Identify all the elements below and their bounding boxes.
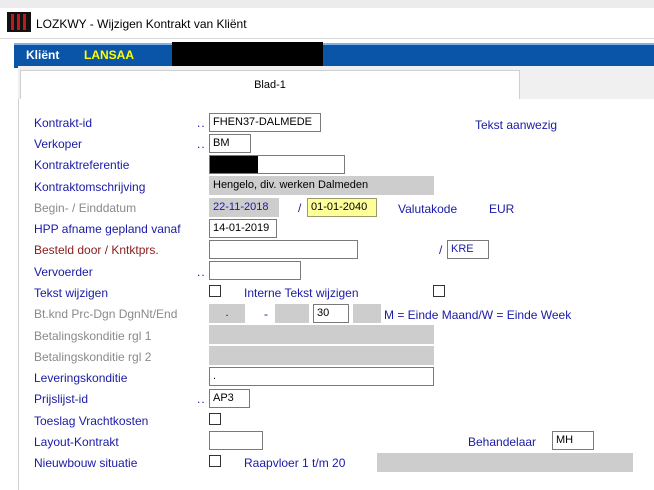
kntktprs-field[interactable]: KRE <box>447 240 489 259</box>
behandelaar-label: Behandelaar <box>468 435 537 449</box>
begin-einddatum-label: Begin- / Einddatum <box>34 201 137 215</box>
redacted-client-name <box>172 42 323 66</box>
bt-knd-field[interactable]: . <box>209 304 245 323</box>
kontrakt-id-label: Kontrakt-id <box>34 116 93 130</box>
kontrakt-id-field[interactable]: FHEN37-DALMEDE <box>209 113 321 132</box>
kontraktomschrijving-field[interactable]: Hengelo, div. werken Dalmeden <box>209 176 434 195</box>
betalingskonditie-2-field[interactable] <box>209 346 434 365</box>
prc-dgn-field[interactable] <box>275 304 309 323</box>
prijslijst-id-label: Prijslijst-id <box>34 392 88 406</box>
kontrakt-id-prompt: .. <box>197 116 206 130</box>
begindatum-field[interactable]: 22-11-2018 <box>209 198 279 217</box>
kontraktreferentie-label: Kontraktreferentie <box>34 158 130 172</box>
raapvloer-label: Raapvloer 1 t/m 20 <box>244 456 346 470</box>
verkoper-prompt: .. <box>197 137 206 151</box>
bt-knd-label: Bt.knd Prc-Dgn DgnNt/End <box>34 307 178 321</box>
hpp-afname-field[interactable]: 14-01-2019 <box>209 219 277 238</box>
besteld-door-label: Besteld door / Kntktprs. <box>34 243 159 257</box>
vervoerder-label: Vervoerder <box>34 265 93 279</box>
client-label: Kliënt <box>26 48 60 62</box>
kontraktomschrijving-label: Kontraktomschrijving <box>34 180 146 194</box>
raapvloer-field[interactable] <box>377 453 633 472</box>
einddatum-field[interactable]: 01-01-2040 <box>307 198 377 217</box>
nieuwbouw-situatie-label: Nieuwbouw situatie <box>34 456 138 470</box>
window-title: LOZKWY - Wijzigen Kontrakt van Kliënt <box>36 17 247 31</box>
toeslag-vrachtkosten-checkbox[interactable] <box>209 413 221 425</box>
betalingskonditie-1-field[interactable] <box>209 325 434 344</box>
kntktprs-separator: / <box>439 243 443 257</box>
vervoerder-field[interactable] <box>209 261 301 280</box>
verkoper-label: Verkoper <box>34 137 83 151</box>
dgn-nt-field[interactable]: 30 <box>313 304 349 323</box>
interne-tekst-wijzigen-checkbox[interactable] <box>433 285 445 297</box>
tekst-wijzigen-label: Tekst wijzigen <box>34 286 109 300</box>
app-icon <box>7 12 31 32</box>
betalingskonditie-2-label: Betalingskonditie rgl 2 <box>34 350 152 364</box>
toeslag-vrachtkosten-label: Toeslag Vrachtkosten <box>34 414 149 428</box>
tab-blad-1[interactable]: Blad-1 <box>20 70 520 101</box>
redacted-reference <box>210 156 258 173</box>
layout-kontrakt-field[interactable] <box>209 431 263 450</box>
prijslijst-id-field[interactable]: AP3 <box>209 389 250 408</box>
layout-kontrakt-label: Layout-Kontrakt <box>34 435 119 449</box>
verkoper-field[interactable]: BM <box>209 134 251 153</box>
valutakode-label: Valutakode <box>398 202 458 216</box>
besteld-door-field[interactable] <box>209 240 358 259</box>
bt-knd-dash: - <box>264 307 268 321</box>
leveringskonditie-field[interactable]: . <box>209 367 434 386</box>
einde-maand-hint: M = Einde Maand/W = Einde Week <box>384 308 572 322</box>
tekst-wijzigen-checkbox[interactable] <box>209 285 221 297</box>
hpp-afname-label: HPP afname gepland vanaf <box>34 222 181 236</box>
tekst-aanwezig-label: Tekst aanwezig <box>475 118 558 132</box>
valutakode-value: EUR <box>489 202 515 216</box>
vervoerder-prompt: .. <box>197 265 206 279</box>
date-separator: / <box>298 201 302 215</box>
interne-tekst-wijzigen-label: Interne Tekst wijzigen <box>244 286 359 300</box>
betalingskonditie-1-label: Betalingskonditie rgl 1 <box>34 329 152 343</box>
behandelaar-field[interactable]: MH <box>552 431 594 450</box>
client-value: LANSAA <box>84 48 134 62</box>
end-field[interactable] <box>353 304 381 323</box>
prijslijst-id-prompt: .. <box>197 392 206 406</box>
top-strip <box>0 0 654 8</box>
leveringskonditie-label: Leveringskonditie <box>34 371 128 385</box>
nieuwbouw-situatie-checkbox[interactable] <box>209 455 221 467</box>
